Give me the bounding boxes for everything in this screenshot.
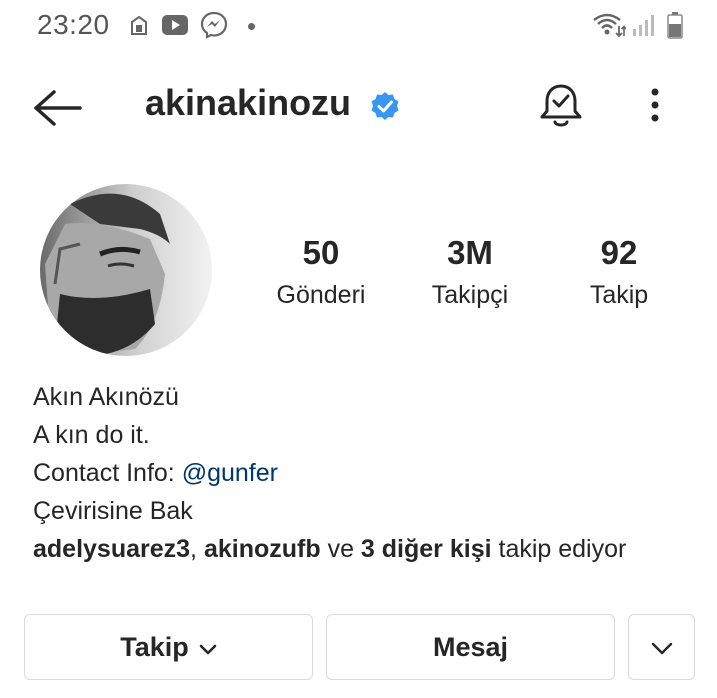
profile-avatar[interactable] [40,184,212,356]
stat-followers-label: Takipçi [431,281,509,309]
stat-followers[interactable]: 3M Takipçi [400,233,540,311]
chevron-down-icon [651,632,673,663]
notification-dot [248,23,255,30]
chevron-down-icon [199,632,217,663]
stat-following[interactable]: 92 Takip [549,233,689,311]
more-options-button[interactable] [640,84,670,128]
contact-prefix: Contact Info: [33,459,182,487]
followed-by-user-2: akinozufb [203,535,321,563]
back-arrow-icon [30,90,84,138]
followed-by-connector: ve [320,535,361,563]
stat-followers-count: 3M [447,234,493,271]
wifi-icon [592,12,627,43]
profile-full-name: Akın Akınözü [33,383,179,411]
stat-following-label: Takip [589,281,649,309]
follow-button[interactable]: Takip [24,614,313,680]
more-options-icon [640,88,670,132]
notification-bell-icon [536,84,586,134]
stat-posts-count: 50 [302,234,340,271]
verified-badge-icon [370,91,400,126]
followed-by-others: 3 diğer kişi [360,535,492,563]
contact-link[interactable]: @gunfer [182,459,278,487]
followed-by[interactable]: adelysuarez3, akinozufb ve 3 diğer kişi … [33,533,626,565]
suggested-accounts-button[interactable] [628,614,695,680]
followed-by-user-1: adelysuarez3 [33,535,191,563]
notification-bell-button[interactable] [536,80,586,130]
back-button[interactable] [30,82,84,134]
follow-button-label: Takip [120,631,189,662]
translate-link[interactable]: Çevirisine Bak [33,495,193,527]
youtube-icon [161,13,189,42]
stat-following-count: 92 [600,234,638,271]
messenger-icon [200,11,228,44]
profile-username: akinakinozu [145,82,352,123]
app-notification-icon [130,15,148,41]
signal-icon [632,13,658,42]
followed-by-separator: , [190,535,204,563]
profile-bio: A kın do it. [33,421,150,449]
stat-posts[interactable]: 50 Gönderi [251,233,391,311]
message-button-label: Mesaj [432,631,509,662]
battery-icon [667,11,683,44]
stat-posts-label: Gönderi [276,281,366,309]
message-button[interactable]: Mesaj [326,614,615,680]
contact-info: Contact Info: @gunfer [33,457,278,489]
followed-by-suffix: takip ediyor [491,535,627,563]
status-time: 23:20 [37,9,110,40]
